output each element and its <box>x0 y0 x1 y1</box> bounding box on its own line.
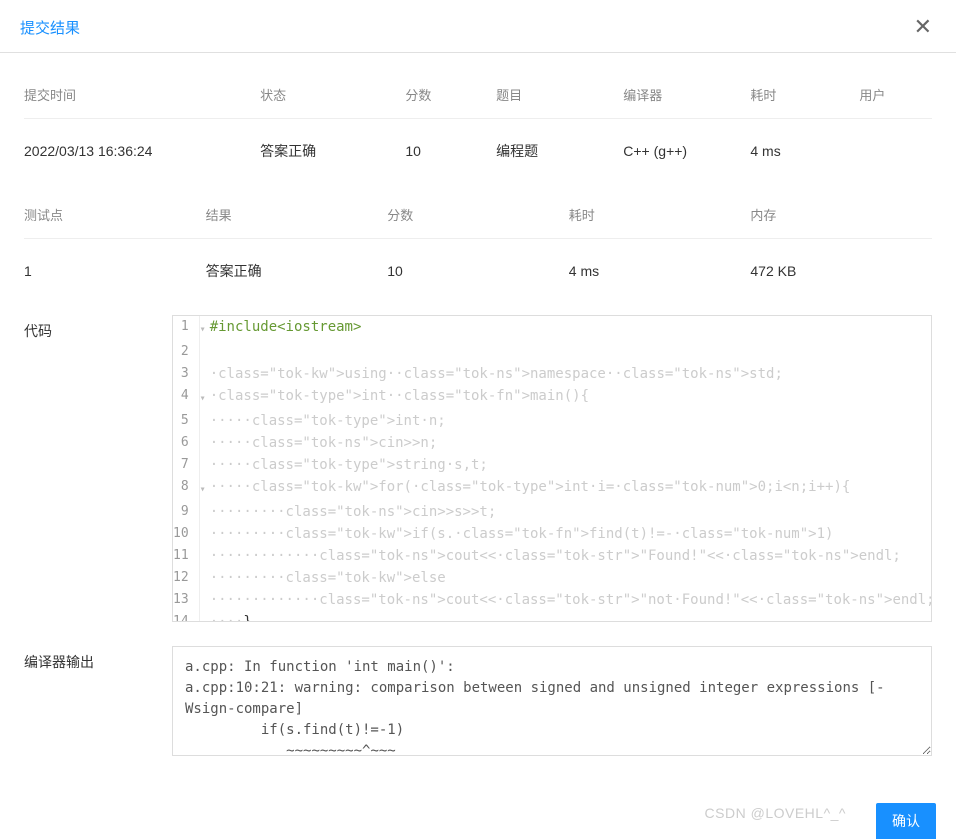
cell-result: 答案正确 <box>206 239 388 304</box>
line-number: 12 <box>173 567 199 589</box>
code-line[interactable]: ·class="tok-kw">using··class="tok-ns">na… <box>206 363 931 385</box>
cell-testpoint: 1 <box>24 239 206 304</box>
code-line[interactable]: ·········class="tok-kw">else <box>206 567 931 589</box>
cell-telapsed: 4 ms <box>569 239 751 304</box>
code-line[interactable]: ·····class="tok-type">string·s,t; <box>206 454 931 476</box>
close-button[interactable]: ✕ <box>914 16 932 38</box>
code-section: 代码 1▾#include<iostream>23·class="tok-kw"… <box>24 315 932 622</box>
col-telapsed: 耗时 <box>569 191 751 239</box>
line-number: 5 <box>173 410 199 432</box>
code-line[interactable]: ·····class="tok-kw">for(·class="tok-type… <box>206 476 931 501</box>
close-icon: ✕ <box>914 14 932 39</box>
cell-score: 10 <box>405 119 496 184</box>
watermark-text: CSDN @LOVEHL^_^ <box>705 805 846 821</box>
code-line[interactable]: ·····class="tok-type">int·n; <box>206 410 931 432</box>
compiler-output-box[interactable]: a.cpp: In function 'int main()': a.cpp:1… <box>172 646 932 756</box>
line-number: 1 <box>173 316 199 341</box>
col-memory: 内存 <box>750 191 932 239</box>
col-score: 分数 <box>405 71 496 119</box>
code-scroll[interactable]: 1▾#include<iostream>23·class="tok-kw">us… <box>173 316 931 621</box>
dialog-footer: 确认 <box>876 803 956 839</box>
col-compiler: 编译器 <box>623 71 750 119</box>
col-user: 用户 <box>859 71 932 119</box>
line-number: 14 <box>173 611 199 621</box>
table-row: 2022/03/13 16:36:24 答案正确 10 编程题 C++ (g++… <box>24 119 932 184</box>
code-line[interactable]: ·············class="tok-ns">cout<<·class… <box>206 589 931 611</box>
code-line[interactable]: ·class="tok-type">int··class="tok-fn">ma… <box>206 385 931 410</box>
line-number: 4 <box>173 385 199 410</box>
cell-compiler: C++ (g++) <box>623 119 750 184</box>
col-problem: 题目 <box>496 71 623 119</box>
col-elapsed: 耗时 <box>750 71 859 119</box>
cell-time: 2022/03/13 16:36:24 <box>24 119 260 184</box>
col-testpoint: 测试点 <box>24 191 206 239</box>
line-number: 10 <box>173 523 199 545</box>
fold-gutter[interactable]: ▾ <box>199 476 206 501</box>
line-number: 11 <box>173 545 199 567</box>
col-result: 结果 <box>206 191 388 239</box>
code-label: 代码 <box>24 315 172 622</box>
compiler-section: 编译器输出 a.cpp: In function 'int main()': a… <box>24 646 932 756</box>
col-tscore: 分数 <box>387 191 569 239</box>
fold-gutter[interactable]: ▾ <box>199 385 206 410</box>
line-number: 6 <box>173 432 199 454</box>
cell-elapsed: 4 ms <box>750 119 859 184</box>
cell-user <box>859 119 932 184</box>
cell-status: 答案正确 <box>260 119 405 184</box>
line-number: 7 <box>173 454 199 476</box>
compiler-label: 编译器输出 <box>24 646 172 756</box>
cell-problem: 编程题 <box>496 119 623 184</box>
code-line[interactable]: ·············class="tok-ns">cout<<·class… <box>206 545 931 567</box>
code-line[interactable]: ·········class="tok-kw">if(s.·class="tok… <box>206 523 931 545</box>
dialog-title: 提交结果 <box>20 17 80 38</box>
line-number: 9 <box>173 501 199 523</box>
cell-tscore: 10 <box>387 239 569 304</box>
dialog-header: 提交结果 ✕ <box>0 0 956 53</box>
code-line[interactable]: #include<iostream> <box>206 316 931 341</box>
submission-table: 提交时间 状态 分数 题目 编译器 耗时 用户 2022/03/13 16:36… <box>24 71 932 183</box>
table-row: 1 答案正确 10 4 ms 472 KB <box>24 239 932 304</box>
col-status: 状态 <box>260 71 405 119</box>
code-line[interactable]: ····} <box>206 611 931 621</box>
line-number: 3 <box>173 363 199 385</box>
line-number: 2 <box>173 341 199 363</box>
fold-gutter[interactable]: ▾ <box>199 316 206 341</box>
code-line[interactable]: ·········class="tok-ns">cin>>s>>t; <box>206 501 931 523</box>
line-number: 8 <box>173 476 199 501</box>
confirm-button[interactable]: 确认 <box>876 803 936 839</box>
cell-memory: 472 KB <box>750 239 932 304</box>
submission-section: 提交时间 状态 分数 题目 编译器 耗时 用户 2022/03/13 16:36… <box>0 71 956 756</box>
code-line[interactable]: ·····class="tok-ns">cin>>n; <box>206 432 931 454</box>
code-line[interactable] <box>206 341 931 363</box>
test-table: 测试点 结果 分数 耗时 内存 1 答案正确 10 4 ms 472 KB <box>24 191 932 303</box>
line-number: 13 <box>173 589 199 611</box>
code-editor[interactable]: 1▾#include<iostream>23·class="tok-kw">us… <box>172 315 932 622</box>
col-time: 提交时间 <box>24 71 260 119</box>
